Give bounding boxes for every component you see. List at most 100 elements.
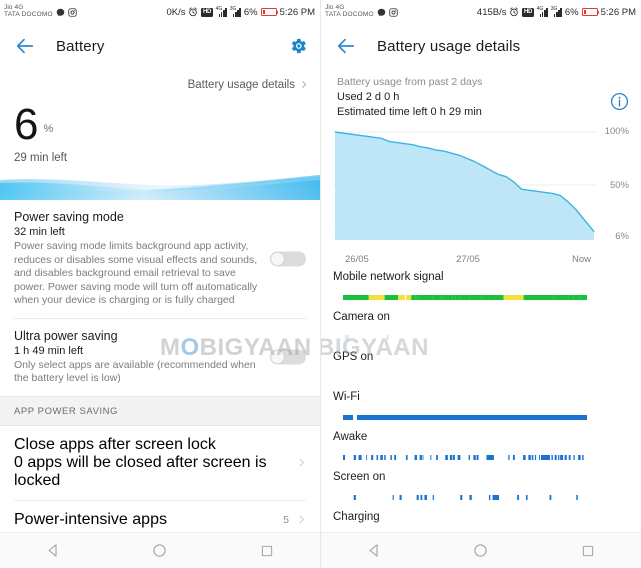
item-title: Power-intensive apps bbox=[14, 510, 167, 528]
gear-icon[interactable] bbox=[288, 36, 308, 56]
left-phone-screen: Jio 4G TATA DOCOMO 0K/s HD 4G 3G 6% 5:26… bbox=[0, 0, 320, 568]
battery-low-icon bbox=[581, 8, 600, 16]
section-header-app-power-saving: APP POWER SAVING bbox=[0, 395, 320, 426]
track-bar-camera bbox=[345, 335, 389, 340]
battery-usage-details-body: Battery usage from past 2 days Used 2 d … bbox=[321, 68, 641, 532]
sim2-network-label: 3G bbox=[229, 5, 237, 12]
page-title: Battery usage details bbox=[377, 37, 521, 55]
item-subtitle: 0 apps will be closed after screen is lo… bbox=[14, 453, 267, 489]
chevron-right-icon bbox=[297, 455, 306, 470]
track-label: Wi-Fi bbox=[333, 391, 360, 403]
nav-back-triangle-icon[interactable] bbox=[33, 543, 73, 558]
nav-home-circle-icon[interactable] bbox=[140, 543, 180, 558]
sim2-signal-icon: 3G bbox=[229, 5, 241, 17]
alarm-icon bbox=[509, 7, 519, 17]
sim1-signal-icon: 4G bbox=[215, 5, 227, 17]
track-mobile-network-signal: Mobile network signal bbox=[333, 271, 629, 305]
y-tick-50: 50% bbox=[609, 180, 629, 191]
battery-level-block: 6 % 29 min left bbox=[0, 91, 320, 165]
usage-heading: Battery usage from past 2 days bbox=[337, 76, 483, 88]
back-arrow-icon[interactable] bbox=[335, 35, 357, 57]
android-nav-bar-right bbox=[321, 532, 641, 568]
item-description: Power saving mode limits background app … bbox=[14, 240, 258, 306]
x-tick-0: 26/05 bbox=[345, 254, 369, 265]
y-tick-6: 6% bbox=[615, 231, 629, 242]
list-item-power-saving-mode[interactable]: Power saving mode 32 min left Power savi… bbox=[0, 200, 320, 318]
track-label: Charging bbox=[333, 511, 380, 523]
clock-label: 5:26 PM bbox=[600, 6, 636, 18]
clock-label: 5:26 PM bbox=[279, 6, 315, 18]
carrier-labels: Jio 4G TATA DOCOMO bbox=[325, 4, 374, 19]
sim1-network-label: 4G bbox=[536, 5, 544, 12]
status-indicators-left: 0K/s HD 4G 3G 6% 5:26 PM bbox=[166, 5, 315, 18]
list-item-ultra-power-saving[interactable]: Ultra power saving 1 h 49 min left Only … bbox=[0, 318, 320, 396]
power-intensive-apps-count: 5 bbox=[283, 513, 289, 526]
percent-symbol: % bbox=[43, 123, 54, 135]
usage-estimated: Estimated time left 0 h 29 min bbox=[337, 106, 482, 118]
instagram-icon bbox=[389, 7, 398, 17]
track-awake: Awake bbox=[333, 431, 629, 465]
hd-badge: HD bbox=[522, 7, 534, 17]
android-nav-bar-left bbox=[0, 532, 320, 568]
battery-usage-details-label: Battery usage details bbox=[187, 78, 295, 91]
track-bar-awake bbox=[343, 455, 584, 460]
dual-screenshot: Jio 4G TATA DOCOMO 0K/s HD 4G 3G 6% 5:26… bbox=[0, 0, 641, 568]
usage-used: Used 2 d 0 h bbox=[337, 91, 400, 103]
battery-percent-label: 6% bbox=[564, 6, 579, 18]
carrier-labels: Jio 4G TATA DOCOMO bbox=[4, 4, 53, 19]
y-tick-100: 100% bbox=[604, 126, 629, 137]
nav-recents-square-icon[interactable] bbox=[247, 544, 287, 558]
back-arrow-icon[interactable] bbox=[14, 35, 36, 57]
track-screen-on: Screen on bbox=[333, 471, 629, 505]
item-title: Power saving mode bbox=[14, 210, 124, 224]
battery-settings-body: Battery usage details 6 % 29 min left Po… bbox=[0, 68, 320, 532]
carrier-line-2: TATA DOCOMO bbox=[4, 11, 53, 18]
list-item-power-intensive-apps[interactable]: Power-intensive apps 5 bbox=[0, 500, 320, 532]
nav-back-triangle-icon[interactable] bbox=[354, 543, 394, 558]
track-bar-gps bbox=[335, 375, 603, 380]
track-bar-signal bbox=[343, 295, 587, 300]
status-bar-right: Jio 4G TATA DOCOMO 415B/s HD 4G 3G 6% 5:… bbox=[321, 0, 641, 24]
right-phone-screen: Jio 4G TATA DOCOMO 415B/s HD 4G 3G 6% 5:… bbox=[320, 0, 641, 568]
alarm-icon bbox=[188, 7, 198, 17]
chevron-right-icon bbox=[297, 512, 306, 527]
network-speed: 0K/s bbox=[166, 6, 186, 18]
carrier-line-2: TATA DOCOMO bbox=[325, 11, 374, 18]
sim1-signal-icon: 4G bbox=[536, 5, 548, 17]
list-item-close-apps-after-screen-lock[interactable]: Close apps after screen lock 0 apps will… bbox=[0, 425, 320, 500]
status-bar-left: Jio 4G TATA DOCOMO 0K/s HD 4G 3G 6% 5:26… bbox=[0, 0, 320, 24]
power-saving-mode-toggle[interactable] bbox=[270, 251, 306, 267]
track-label: GPS on bbox=[333, 351, 374, 363]
track-label: Awake bbox=[333, 431, 368, 443]
decorative-wave-banner bbox=[0, 174, 320, 200]
page-title: Battery bbox=[56, 37, 105, 55]
item-description: Only select apps are available (recommen… bbox=[14, 358, 256, 385]
track-gps-on: GPS on bbox=[333, 351, 629, 385]
x-tick-1: 27/05 bbox=[456, 254, 480, 265]
item-title: Close apps after screen lock bbox=[14, 435, 216, 453]
chart-area-fill bbox=[335, 132, 594, 240]
nav-home-circle-icon[interactable] bbox=[461, 543, 501, 558]
battery-percent-value: 6 bbox=[14, 100, 39, 149]
battery-history-chart: 100% 50% 6% bbox=[333, 126, 629, 252]
x-tick-2: Now bbox=[571, 254, 591, 265]
battery-percent-label: 6% bbox=[243, 6, 258, 18]
hd-badge: HD bbox=[201, 7, 213, 17]
chevron-right-icon bbox=[300, 78, 308, 91]
track-wifi: Wi-Fi bbox=[333, 391, 629, 425]
nav-recents-square-icon[interactable] bbox=[568, 544, 608, 558]
sim1-network-label: 4G bbox=[215, 5, 223, 12]
battery-usage-details-link[interactable]: Battery usage details bbox=[0, 68, 320, 91]
track-bar-wifi bbox=[343, 415, 587, 420]
status-indicators-right: 415B/s HD 4G 3G 6% 5:26 PM bbox=[477, 5, 636, 18]
track-label: Mobile network signal bbox=[333, 271, 444, 283]
app-bar-usage-details: Battery usage details bbox=[321, 24, 641, 68]
ultra-power-saving-toggle[interactable] bbox=[270, 349, 306, 365]
app-bar-battery: Battery bbox=[0, 24, 320, 68]
track-camera-on: Camera on bbox=[333, 311, 629, 345]
info-icon[interactable] bbox=[610, 92, 629, 111]
track-label: Screen on bbox=[333, 471, 386, 483]
battery-time-left: 29 min left bbox=[14, 152, 68, 164]
status-app-icons bbox=[377, 7, 398, 17]
track-bar-screen bbox=[353, 495, 578, 500]
